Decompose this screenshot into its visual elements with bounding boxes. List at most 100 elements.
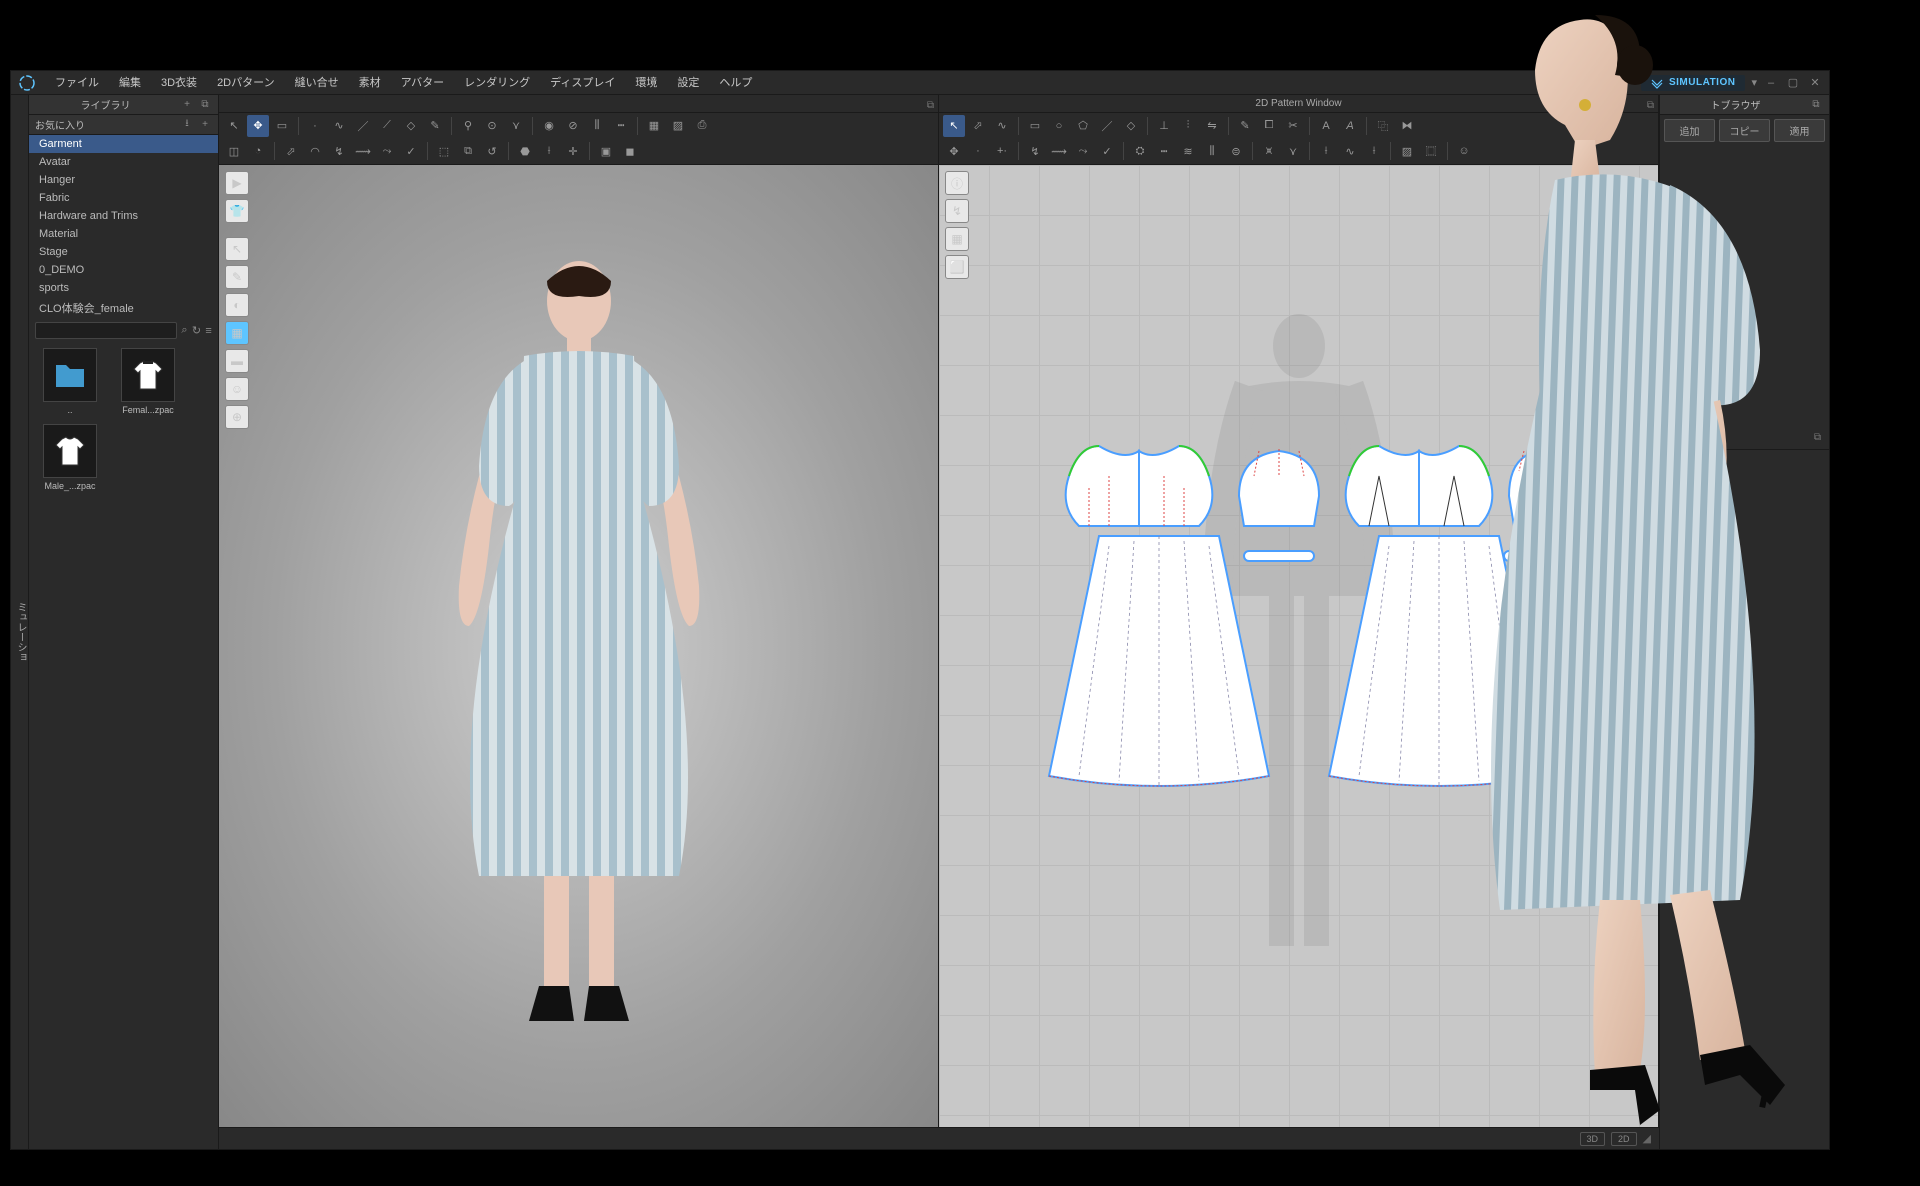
tool-2d-symmetry[interactable]: ⇋ <box>1201 115 1223 137</box>
tool-2d-pucker[interactable]: ≋ <box>1177 140 1199 162</box>
tool-3d-camera[interactable]: ▣ <box>595 140 617 162</box>
library-pop-icon[interactable]: ⧉ <box>198 98 212 112</box>
tool-2d-cursor[interactable]: ↖ <box>943 115 965 137</box>
status-chip-2d[interactable]: 2D <box>1611 1132 1637 1146</box>
v3d-strength-icon[interactable]: ✎ <box>225 265 249 289</box>
tool-2d-machine[interactable]: ⛭ <box>1129 140 1151 162</box>
maximize-icon[interactable]: ▢ <box>1785 75 1801 91</box>
menu-avatar[interactable]: アバター <box>391 71 455 95</box>
menu-rendering[interactable]: レンダリング <box>454 71 540 95</box>
tool-3d-check-sew[interactable]: ✓ <box>400 140 422 162</box>
menu-3d-garment[interactable]: 3D衣装 <box>151 71 207 95</box>
viewport-3d[interactable]: ▶ 👕 ↖ ✎ ◐ ▦ ▬ ☺ ⊕ <box>219 165 939 1127</box>
v3d-select-icon[interactable]: ↖ <box>225 237 249 261</box>
thumb-female-garment[interactable]: Femal...zpac <box>113 348 183 416</box>
apply-button[interactable]: 適用 <box>1774 119 1825 142</box>
tool-3d-paint[interactable]: ⬣ <box>514 140 536 162</box>
tool-2d-trace[interactable]: ✎ <box>1234 115 1256 137</box>
tool-2d-sew-segment[interactable]: ↯ <box>1024 140 1046 162</box>
menu-material[interactable]: 素材 <box>349 71 391 95</box>
tool-3d-sew[interactable]: ↯ <box>328 140 350 162</box>
tool-3d-lasso[interactable]: ◠ <box>304 140 326 162</box>
thumb-male-garment[interactable]: Male_...zpac <box>35 424 105 492</box>
tool-3d-select-rect[interactable]: ▭ <box>271 115 293 137</box>
tool-2d-measure[interactable]: ⟊ <box>1363 140 1385 162</box>
menu-2d-pattern[interactable]: 2Dパターン <box>207 71 285 95</box>
tool-3d-dart[interactable]: ◇ <box>400 115 422 137</box>
tool-2d-transform[interactable]: ✥ <box>943 140 965 162</box>
tool-3d-arrange[interactable]: ⬚ <box>433 140 455 162</box>
tool-2d-text[interactable]: A <box>1315 115 1337 137</box>
tool-2d-sew-check[interactable]: ✓ <box>1096 140 1118 162</box>
tree-item-demo[interactable]: 0_DEMO <box>29 261 218 279</box>
search-icon[interactable]: ⌕ <box>181 323 188 339</box>
library-add-icon[interactable]: + <box>180 98 194 112</box>
tool-2d-topstitch[interactable]: ┅ <box>1153 140 1175 162</box>
tool-3d-pin[interactable]: ⚲ <box>457 115 479 137</box>
add-button[interactable]: 追加 <box>1664 119 1715 142</box>
tool-2d-binding[interactable]: ⫼ <box>1201 140 1223 162</box>
viewport-2d[interactable]: ⓘ ↯ ▦ ⬜ <box>939 165 1659 1127</box>
tool-3d-graphic[interactable]: ▨ <box>667 115 689 137</box>
tree-item-material[interactable]: Material <box>29 225 218 243</box>
minimize-icon[interactable]: – <box>1763 75 1779 91</box>
v3d-avatar-icon[interactable]: ☺ <box>225 377 249 401</box>
tool-3d-move[interactable]: ✥ <box>247 115 269 137</box>
tool-3d-edge[interactable]: ⟋ <box>376 115 398 137</box>
tool-3d-button[interactable]: ◉ <box>538 115 560 137</box>
menu-edit[interactable]: 編集 <box>109 71 151 95</box>
tool-3d-reset[interactable]: ↺ <box>481 140 503 162</box>
list-view-icon[interactable]: ≡ <box>205 323 212 339</box>
library-search-input[interactable] <box>35 322 177 339</box>
menu-display[interactable]: ディスプレイ <box>540 71 625 95</box>
tree-item-garment[interactable]: Garment <box>29 135 218 153</box>
tool-3d-fold[interactable]: ⋎ <box>505 115 527 137</box>
tree-item-avatar[interactable]: Avatar <box>29 153 218 171</box>
tool-2d-seam[interactable]: ⫶ <box>1177 115 1199 137</box>
menu-file[interactable]: ファイル <box>45 71 109 95</box>
v3d-thick-icon[interactable]: ▬ <box>225 349 249 373</box>
tool-2d-edit-pattern[interactable]: ⬀ <box>967 115 989 137</box>
mode-simulation-chip[interactable]: SIMULATION <box>1641 75 1745 91</box>
mode-dropdown-icon[interactable]: ▾ <box>1751 76 1757 89</box>
tool-3d-sculpt[interactable]: ◔ <box>247 140 269 162</box>
tool-2d-pleat[interactable]: ⩙ <box>1258 140 1280 162</box>
close-icon[interactable]: ✕ <box>1807 75 1823 91</box>
v3d-globe-icon[interactable]: ⊕ <box>225 405 249 429</box>
tool-3d-curve[interactable]: ∿ <box>328 115 350 137</box>
tool-3d-line[interactable]: ／ <box>352 115 374 137</box>
tool-3d-render[interactable]: ◼ <box>619 140 641 162</box>
tree-item-clo-female[interactable]: CLO体験会_female <box>29 297 218 319</box>
tool-2d-sew-free[interactable]: ⟿ <box>1048 140 1070 162</box>
tool-3d-print[interactable]: ⎙ <box>691 115 713 137</box>
tool-2d-polygon[interactable]: ⬠ <box>1072 115 1094 137</box>
object-browser-pop-icon[interactable]: ⧉ <box>1809 98 1823 112</box>
tool-2d-slash[interactable]: ✂ <box>1282 115 1304 137</box>
tool-2d-circle[interactable]: ○ <box>1048 115 1070 137</box>
menu-settings[interactable]: 設定 <box>667 71 709 95</box>
tool-3d-superimpose[interactable]: ⧉ <box>457 140 479 162</box>
property-section-pop-icon[interactable]: ⧉ <box>1814 432 1821 443</box>
library-import-icon[interactable]: ⭳ <box>180 118 194 132</box>
tool-2d-annotation[interactable]: A <box>1339 115 1361 137</box>
tool-3d-point[interactable]: · <box>304 115 326 137</box>
tool-3d-buttonhole[interactable]: ⊘ <box>562 115 584 137</box>
tree-item-fabric[interactable]: Fabric <box>29 189 218 207</box>
tool-2d-edit-curve[interactable]: ∿ <box>991 115 1013 137</box>
tree-item-sports[interactable]: sports <box>29 279 218 297</box>
tool-2d-zigzag[interactable]: ∿ <box>1339 140 1361 162</box>
left-vertical-tab[interactable]: ミュレーショ <box>11 95 29 1149</box>
v3d-garment-icon[interactable]: 👕 <box>225 199 249 223</box>
library-add2-icon[interactable]: + <box>198 118 212 132</box>
tool-2d-internal-line[interactable]: ／ <box>1096 115 1118 137</box>
v2d-sew-icon[interactable]: ↯ <box>945 199 969 223</box>
tree-item-hanger[interactable]: Hanger <box>29 171 218 189</box>
menu-sewing[interactable]: 縫い合せ <box>285 71 349 95</box>
tool-3d-cursor[interactable]: ↖ <box>223 115 245 137</box>
tool-3d-pen[interactable]: ✎ <box>424 115 446 137</box>
tool-3d-texture[interactable]: ▦ <box>643 115 665 137</box>
v3d-simulate-icon[interactable]: ▶ <box>225 171 249 195</box>
status-resize-icon[interactable]: ◢ <box>1643 1132 1651 1145</box>
tool-2d-sew-edit[interactable]: ⤳ <box>1072 140 1094 162</box>
tool-2d-piping[interactable]: ⊜ <box>1225 140 1247 162</box>
